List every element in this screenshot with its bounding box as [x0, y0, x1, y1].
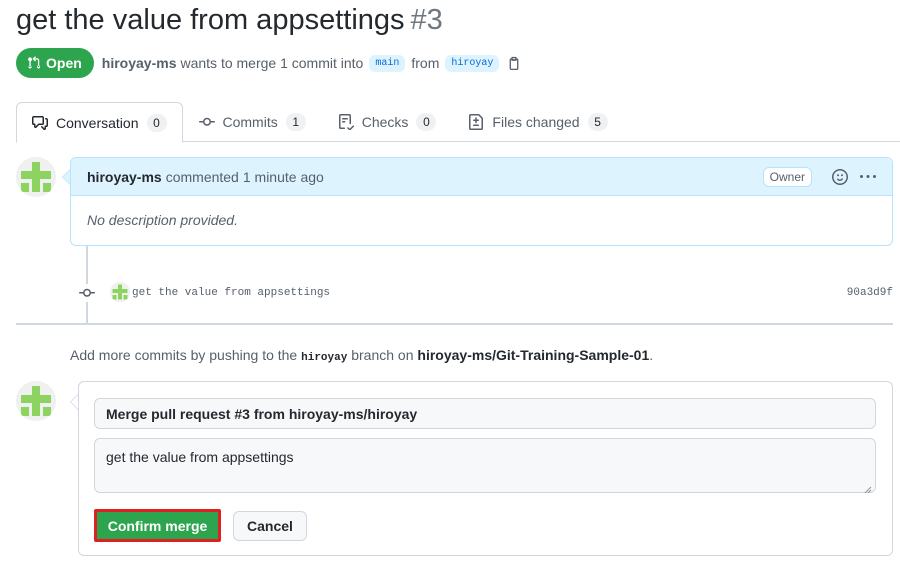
- merge-avatar[interactable]: [16, 381, 56, 421]
- push-hint-prefix: Add more commits by pushing to the: [70, 347, 298, 363]
- smiley-icon[interactable]: [832, 168, 848, 185]
- git-commit-icon: [78, 284, 96, 302]
- push-hint-middle: branch on: [351, 347, 414, 363]
- comment-discussion-icon: [32, 115, 48, 131]
- tab-conversation[interactable]: Conversation 0: [16, 102, 183, 143]
- comment-author-link[interactable]: hiroyay-ms: [87, 169, 162, 185]
- resize-grip-icon[interactable]: [864, 481, 872, 499]
- tab-files-changed[interactable]: Files changed 5: [452, 102, 623, 142]
- push-hint-suffix: .: [649, 347, 654, 363]
- pr-author-link[interactable]: hiroyay-ms: [102, 55, 177, 71]
- tab-commits-count: 1: [285, 113, 306, 131]
- tab-conversation-count: 0: [146, 113, 167, 132]
- wants-to-merge-text: wants to merge 1 commit into: [180, 55, 364, 71]
- cancel-button[interactable]: Cancel: [233, 511, 307, 541]
- timeline-divider: [16, 323, 893, 325]
- tab-commits[interactable]: Commits 1: [183, 102, 322, 142]
- tab-conversation-label: Conversation: [56, 114, 139, 131]
- merge-title-input[interactable]: [94, 398, 876, 429]
- comment-body: No description provided.: [87, 212, 238, 228]
- kebab-horizontal-icon[interactable]: [860, 169, 876, 185]
- tab-files-changed-count: 5: [587, 113, 608, 131]
- merge-form: get the value from appsettings Confirm m…: [78, 381, 893, 556]
- push-hint: Add more commits by pushing to the hiroy…: [70, 347, 653, 364]
- pr-meta: Open hiroyay-ms wants to merge 1 commit …: [16, 48, 521, 78]
- file-diff-icon: [468, 114, 484, 130]
- pr-tabs: Conversation 0 Commits 1 Checks 0 Files …: [16, 102, 900, 143]
- commit-row: get the value from appsettings 90a3d9f: [78, 282, 893, 304]
- checklist-icon: [338, 114, 354, 130]
- avatar[interactable]: [16, 157, 56, 197]
- owner-badge: Owner: [762, 166, 812, 187]
- copy-icon[interactable]: [507, 56, 521, 70]
- tab-checks-label: Checks: [361, 114, 409, 130]
- head-branch-label[interactable]: hiroyay: [445, 54, 500, 72]
- pr-title-text: get the value from appsettings: [16, 4, 405, 36]
- commit-sha-link[interactable]: 90a3d9f: [847, 287, 893, 299]
- state-label: Open: [46, 55, 82, 71]
- from-text: from: [411, 55, 440, 71]
- comment-time[interactable]: 1 minute ago: [243, 169, 324, 185]
- merge-caret-fill: [71, 395, 78, 409]
- commit-avatar[interactable]: [110, 282, 130, 302]
- base-branch-label[interactable]: main: [369, 54, 406, 72]
- tab-checks-count: 0: [416, 113, 437, 131]
- comment-box: hiroyay-ms commented 1 minute ago Owner …: [70, 157, 893, 246]
- commit-message-link[interactable]: get the value from appsettings: [132, 287, 330, 299]
- merge-message-textarea[interactable]: get the value from appsettings: [94, 438, 876, 493]
- tab-checks[interactable]: Checks 0: [322, 102, 453, 142]
- comment-action: commented: [165, 168, 239, 185]
- tab-files-changed-label: Files changed: [492, 114, 580, 130]
- confirm-merge-button[interactable]: Confirm merge: [94, 509, 221, 542]
- git-commit-icon: [198, 114, 215, 130]
- pr-number: #3: [410, 4, 443, 36]
- state-badge-open: Open: [16, 48, 94, 78]
- repo-link[interactable]: hiroyay-ms/Git-Training-Sample-01: [417, 347, 649, 363]
- git-pull-request-icon: [27, 56, 41, 70]
- comment-caret-fill: [63, 170, 70, 184]
- pr-title: get the value from appsettings #3: [16, 4, 443, 37]
- comment-header: hiroyay-ms commented 1 minute ago Owner: [71, 158, 892, 196]
- tab-commits-label: Commits: [222, 114, 278, 130]
- push-hint-branch: hiroyay: [301, 352, 348, 364]
